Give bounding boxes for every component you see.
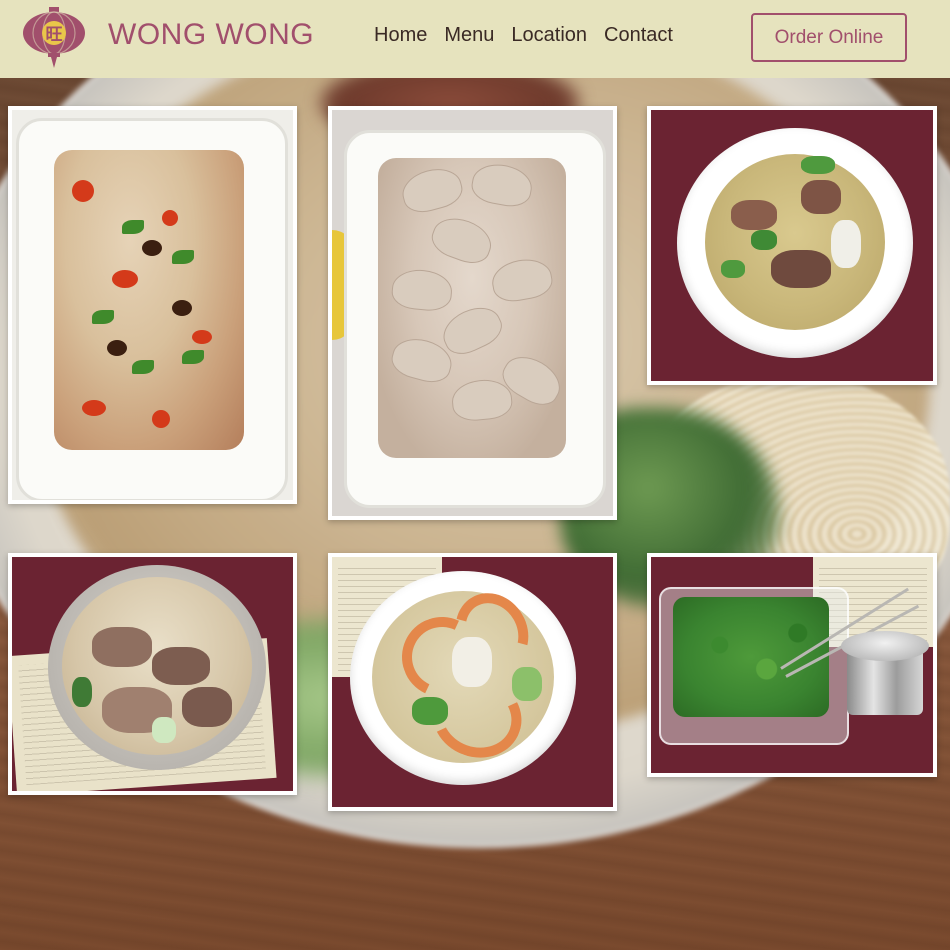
site-header: 旺 WONG WONG Home Menu Location Contact O… bbox=[0, 0, 950, 78]
order-online-button[interactable]: Order Online bbox=[751, 13, 907, 62]
lantern-logo-icon[interactable]: 旺 bbox=[22, 5, 86, 69]
shrimp-soup-photo bbox=[332, 557, 613, 807]
logo-character: 旺 bbox=[46, 25, 63, 45]
gallery-photo-spicy-dumplings[interactable] bbox=[8, 106, 297, 504]
brand-name[interactable]: WONG WONG bbox=[108, 18, 314, 52]
nav-location-link[interactable]: Location bbox=[511, 24, 587, 47]
cilantro-photo bbox=[651, 557, 933, 773]
main-nav: Home Menu Location Contact bbox=[374, 24, 673, 47]
nav-contact-link[interactable]: Contact bbox=[604, 24, 673, 47]
lamb-soup-photo bbox=[651, 110, 933, 381]
gallery-photo-beef-noodle-soup[interactable] bbox=[8, 553, 297, 795]
plain-dumplings-photo bbox=[332, 110, 613, 516]
gallery-photo-plain-dumplings[interactable] bbox=[328, 106, 617, 520]
nav-menu-link[interactable]: Menu bbox=[444, 24, 494, 47]
spicy-dumplings-photo bbox=[12, 110, 293, 500]
gallery-photo-shrimp-soup[interactable] bbox=[328, 553, 617, 811]
gallery-photo-lamb-soup[interactable] bbox=[647, 106, 937, 385]
beef-noodle-soup-photo bbox=[12, 557, 293, 791]
nav-home-link[interactable]: Home bbox=[374, 24, 427, 47]
gallery-photo-cilantro[interactable] bbox=[647, 553, 937, 777]
